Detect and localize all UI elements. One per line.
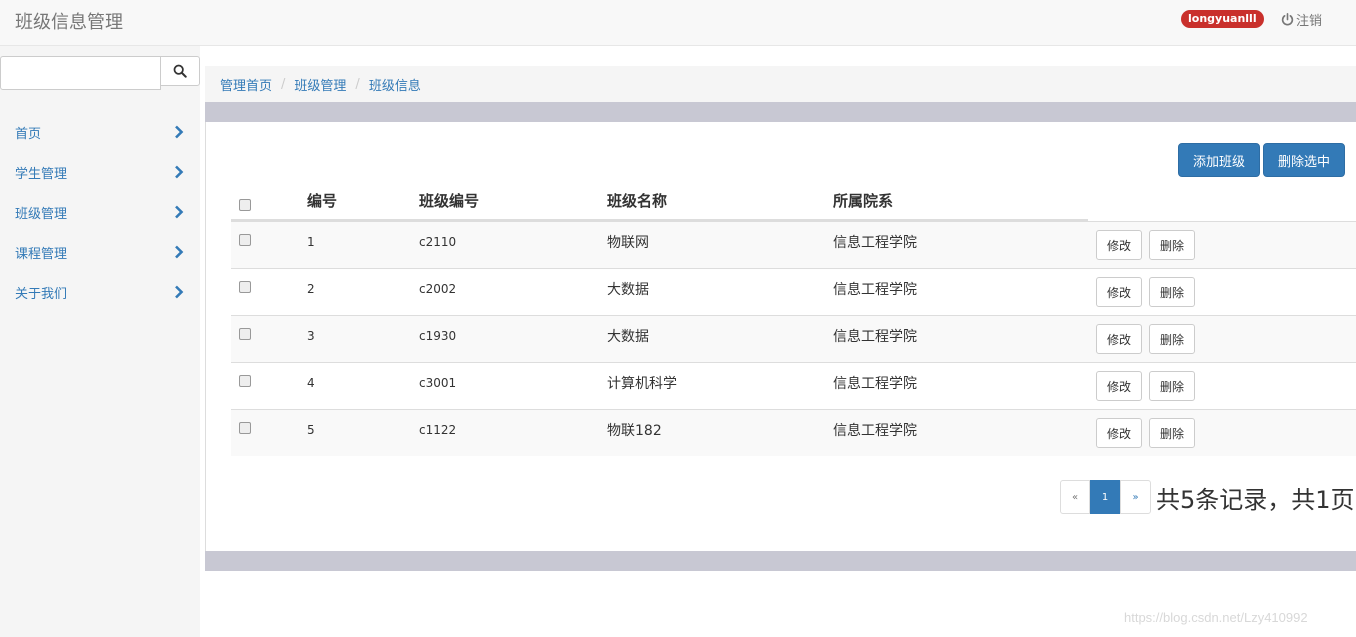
- search-icon: [173, 64, 187, 78]
- cell-id: 2: [307, 282, 315, 296]
- top-navbar: 班级信息管理 longyuanlll 注销: [0, 0, 1356, 46]
- sidebar-menu: 首页 学生管理 班级管理 课程管理 关于我们: [0, 112, 200, 312]
- cell-name: 计算机科学: [607, 376, 677, 392]
- column-header-dept: 所属院系: [833, 192, 894, 210]
- edit-button[interactable]: 修改: [1096, 324, 1142, 354]
- table-row: 2 c2002 大数据 信息工程学院 修改 删除: [231, 268, 1356, 315]
- delete-button[interactable]: 删除: [1149, 371, 1195, 401]
- panel-footer-band: [205, 551, 1356, 571]
- cell-id: 3: [307, 329, 315, 343]
- sidebar-item-courses[interactable]: 课程管理: [0, 232, 200, 272]
- table-header: 编号 班级编号 班级名称 所属院系: [231, 180, 1088, 221]
- sidebar-item-label: 学生管理: [15, 166, 68, 182]
- sidebar-item-classes[interactable]: 班级管理: [0, 192, 200, 232]
- watermark: https://blog.csdn.net/Lzy410992: [1124, 610, 1308, 625]
- delete-button[interactable]: 删除: [1149, 324, 1195, 354]
- delete-button[interactable]: 删除: [1149, 418, 1195, 448]
- cell-code: c1930: [419, 329, 457, 343]
- sidebar-item-label: 关于我们: [15, 286, 68, 302]
- cell-dept: 信息工程学院: [833, 329, 917, 345]
- edit-button[interactable]: 修改: [1096, 277, 1142, 307]
- select-all-checkbox[interactable]: [239, 199, 251, 211]
- cell-name: 大数据: [607, 282, 649, 298]
- column-header-id: 编号: [307, 192, 338, 210]
- delete-button[interactable]: 删除: [1149, 277, 1195, 307]
- chevron-right-icon: [175, 205, 184, 219]
- panel-header-band: [205, 102, 1356, 122]
- app-title[interactable]: 班级信息管理: [15, 8, 123, 34]
- breadcrumb-class-management[interactable]: 班级管理: [294, 75, 346, 94]
- chevron-right-icon: [175, 245, 184, 259]
- cell-dept: 信息工程学院: [833, 282, 917, 298]
- user-badge: longyuanlll: [1181, 10, 1264, 28]
- row-checkbox[interactable]: [239, 422, 251, 434]
- chevron-right-icon: [175, 125, 184, 139]
- pagination-info: 共5条记录，共1页: [1156, 486, 1355, 514]
- table-row: 1 c2110 物联网 信息工程学院 修改 删除: [231, 221, 1356, 268]
- search-input[interactable]: [0, 56, 161, 90]
- sidebar-item-label: 课程管理: [15, 246, 68, 262]
- cell-dept: 信息工程学院: [833, 376, 917, 392]
- page-current-button[interactable]: 1: [1090, 480, 1120, 514]
- delete-button[interactable]: 删除: [1149, 230, 1195, 260]
- sidebar: 首页 学生管理 班级管理 课程管理 关于我们: [0, 46, 200, 637]
- pagination: « 1 »: [1060, 480, 1151, 514]
- sidebar-item-label: 首页: [15, 126, 42, 142]
- table-row: 3 c1930 大数据 信息工程学院 修改 删除: [231, 315, 1356, 362]
- breadcrumb-separator: /: [281, 76, 286, 92]
- cell-id: 4: [307, 376, 315, 390]
- cell-dept: 信息工程学院: [833, 423, 917, 439]
- breadcrumb-separator: /: [355, 76, 360, 92]
- power-icon: [1281, 13, 1294, 26]
- sidebar-item-about[interactable]: 关于我们: [0, 272, 200, 312]
- column-header-code: 班级编号: [419, 192, 480, 210]
- breadcrumb-class-info[interactable]: 班级信息: [369, 75, 421, 94]
- sidebar-search: [0, 56, 200, 90]
- breadcrumb: 管理首页 / 班级管理 / 班级信息: [205, 66, 1356, 102]
- cell-name: 大数据: [607, 329, 649, 345]
- page-next-button[interactable]: »: [1120, 480, 1151, 514]
- cell-name: 物联网: [607, 235, 649, 251]
- cell-code: c2110: [419, 235, 457, 249]
- sidebar-item-home[interactable]: 首页: [0, 112, 200, 152]
- row-checkbox[interactable]: [239, 234, 251, 246]
- class-table: 编号 班级编号 班级名称 所属院系 1 c2110 物联网 信息工程学院 修改 …: [231, 180, 1356, 456]
- chevron-right-icon: [175, 165, 184, 179]
- cell-code: c2002: [419, 282, 457, 296]
- edit-button[interactable]: 修改: [1096, 371, 1142, 401]
- delete-selected-button[interactable]: 删除选中: [1263, 143, 1345, 177]
- row-checkbox[interactable]: [239, 328, 251, 340]
- search-button[interactable]: [160, 56, 200, 86]
- chevron-right-icon: [175, 285, 184, 299]
- row-checkbox[interactable]: [239, 375, 251, 387]
- cell-id: 1: [307, 235, 315, 249]
- page-prev-button[interactable]: «: [1060, 480, 1090, 514]
- sidebar-item-students[interactable]: 学生管理: [0, 152, 200, 192]
- logout-label: 注销: [1296, 14, 1323, 29]
- add-class-button[interactable]: 添加班级: [1178, 143, 1260, 177]
- cell-dept: 信息工程学院: [833, 235, 917, 251]
- edit-button[interactable]: 修改: [1096, 418, 1142, 448]
- table-row: 4 c3001 计算机科学 信息工程学院 修改 删除: [231, 362, 1356, 409]
- edit-button[interactable]: 修改: [1096, 230, 1142, 260]
- row-checkbox[interactable]: [239, 281, 251, 293]
- sidebar-item-label: 班级管理: [15, 206, 68, 222]
- cell-name: 物联182: [607, 423, 662, 439]
- cell-code: c1122: [419, 423, 457, 437]
- breadcrumb-home[interactable]: 管理首页: [220, 75, 272, 94]
- cell-code: c3001: [419, 376, 457, 390]
- column-header-name: 班级名称: [607, 192, 668, 210]
- logout-link[interactable]: 注销: [1281, 10, 1322, 29]
- table-row: 5 c1122 物联182 信息工程学院 修改 删除: [231, 409, 1356, 456]
- cell-id: 5: [307, 423, 315, 437]
